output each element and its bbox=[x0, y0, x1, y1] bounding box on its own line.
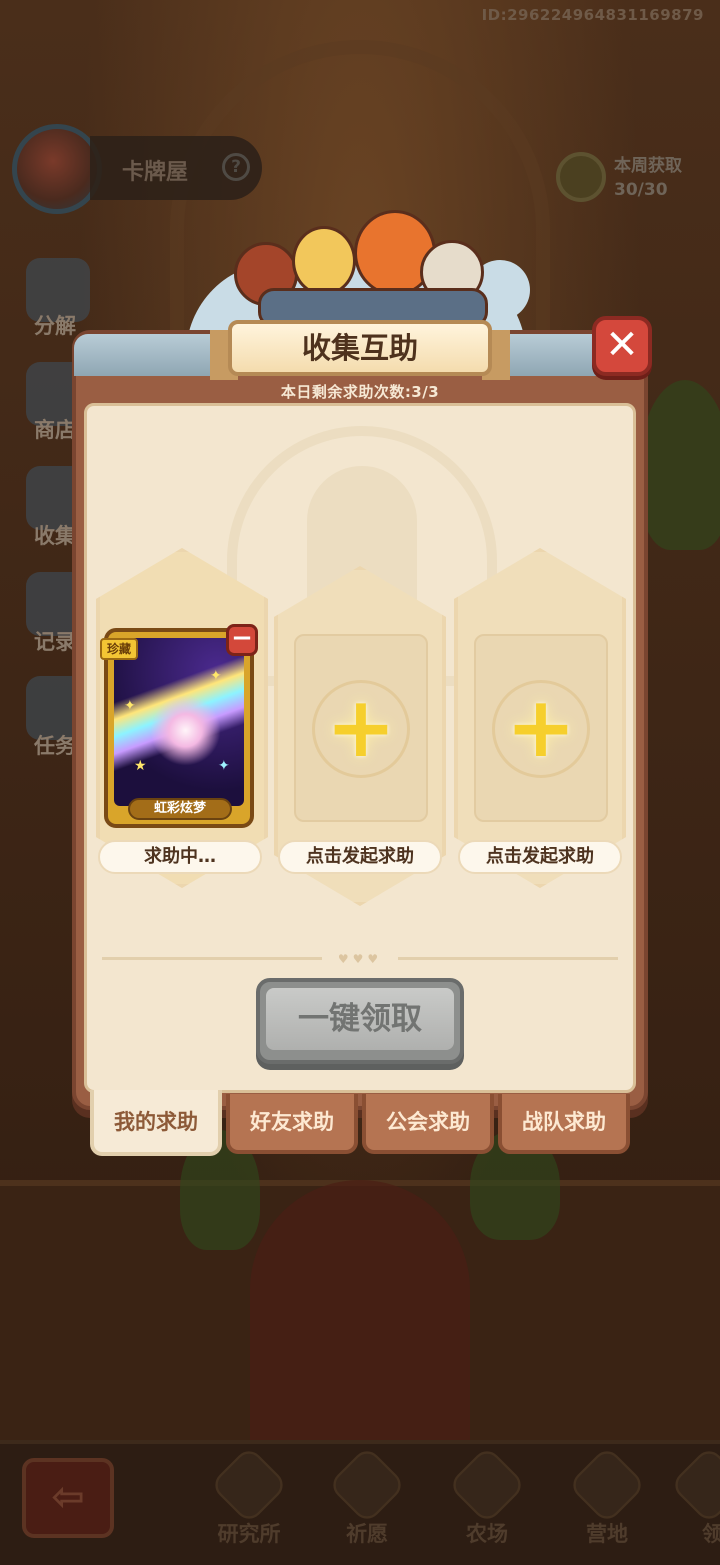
tab-my-requests[interactable]: 我的求助 bbox=[90, 1090, 222, 1156]
nav-label: 领 bbox=[702, 1522, 720, 1546]
slot-status-label: 求助中… bbox=[98, 840, 262, 874]
start-request-button[interactable]: 点击发起求助 bbox=[458, 840, 622, 874]
star-icon: ★ bbox=[134, 758, 147, 774]
nav-label: 农场 bbox=[466, 1522, 508, 1546]
nav-label: 祈愿 bbox=[346, 1522, 388, 1546]
weekly-label: 本周获取 bbox=[614, 156, 682, 176]
divider-ornament: ♥♥♥ bbox=[337, 952, 383, 966]
plus-icon[interactable]: + bbox=[504, 685, 578, 769]
nav-item-camp[interactable]: 营地 bbox=[552, 1445, 662, 1560]
nav-item-research[interactable]: 研究所 bbox=[194, 1445, 304, 1560]
remove-card-button[interactable]: − bbox=[226, 624, 258, 656]
weekly-progress: 本周获取 30/30 bbox=[614, 154, 682, 202]
side-label-shop: 商店 bbox=[34, 418, 76, 442]
tab-team-requests[interactable]: 战队求助 bbox=[498, 1094, 630, 1154]
empty-card-slot[interactable]: + bbox=[294, 634, 428, 822]
close-button[interactable]: ✕ bbox=[592, 316, 652, 376]
modal-title: 收集互助 bbox=[228, 320, 492, 376]
claim-all-label: 一键领取 bbox=[266, 988, 454, 1050]
user-id-label: ID:2962249648311698​79 bbox=[481, 6, 704, 24]
claim-all-button[interactable]: 一键领取 bbox=[256, 978, 464, 1064]
avatar[interactable] bbox=[12, 124, 102, 214]
side-label-collection: 收集 bbox=[34, 524, 76, 548]
nav-label: 营地 bbox=[586, 1522, 628, 1546]
farm-icon bbox=[447, 1445, 527, 1525]
screen-title: 卡牌屋 bbox=[122, 160, 189, 185]
back-button[interactable]: ⇦ bbox=[22, 1458, 114, 1538]
plant-decoration bbox=[640, 380, 720, 550]
help-icon[interactable]: ? bbox=[222, 153, 250, 181]
side-label-records: 记录 bbox=[34, 630, 76, 654]
wish-icon bbox=[327, 1445, 407, 1525]
card-name: 虹彩炫梦 bbox=[128, 798, 232, 820]
tab-friend-requests[interactable]: 好友求助 bbox=[226, 1094, 358, 1154]
background-door bbox=[250, 1180, 470, 1440]
nav-label: 研究所 bbox=[217, 1522, 281, 1546]
divider bbox=[398, 957, 618, 960]
nav-item-more[interactable]: 领 bbox=[664, 1450, 720, 1560]
weekly-badge-icon bbox=[556, 152, 606, 202]
side-label-decompose: 分解 bbox=[34, 314, 76, 338]
star-icon: ✦ bbox=[218, 758, 230, 774]
plus-icon[interactable]: + bbox=[324, 685, 398, 769]
tab-guild-requests[interactable]: 公会求助 bbox=[362, 1094, 494, 1154]
more-icon bbox=[669, 1450, 720, 1525]
star-icon: ✦ bbox=[124, 698, 136, 714]
divider bbox=[102, 957, 322, 960]
empty-card-slot[interactable]: + bbox=[474, 634, 608, 822]
nav-item-wish[interactable]: 祈愿 bbox=[312, 1445, 422, 1560]
remaining-requests: 本日剩余求助次数:3/3 bbox=[280, 383, 440, 401]
character-portrait bbox=[292, 226, 356, 296]
camp-icon bbox=[567, 1445, 647, 1525]
start-request-button[interactable]: 点击发起求助 bbox=[278, 840, 442, 874]
card-artwork: ✦ ✦ ★ ✦ bbox=[114, 638, 244, 806]
research-icon bbox=[209, 1445, 289, 1525]
rarity-badge: 珍藏 bbox=[100, 638, 138, 660]
side-label-tasks: 任务 bbox=[34, 734, 76, 758]
weekly-count: 30/30 bbox=[614, 180, 668, 200]
star-icon: ✦ bbox=[210, 668, 222, 684]
nav-item-farm[interactable]: 农场 bbox=[432, 1445, 542, 1560]
